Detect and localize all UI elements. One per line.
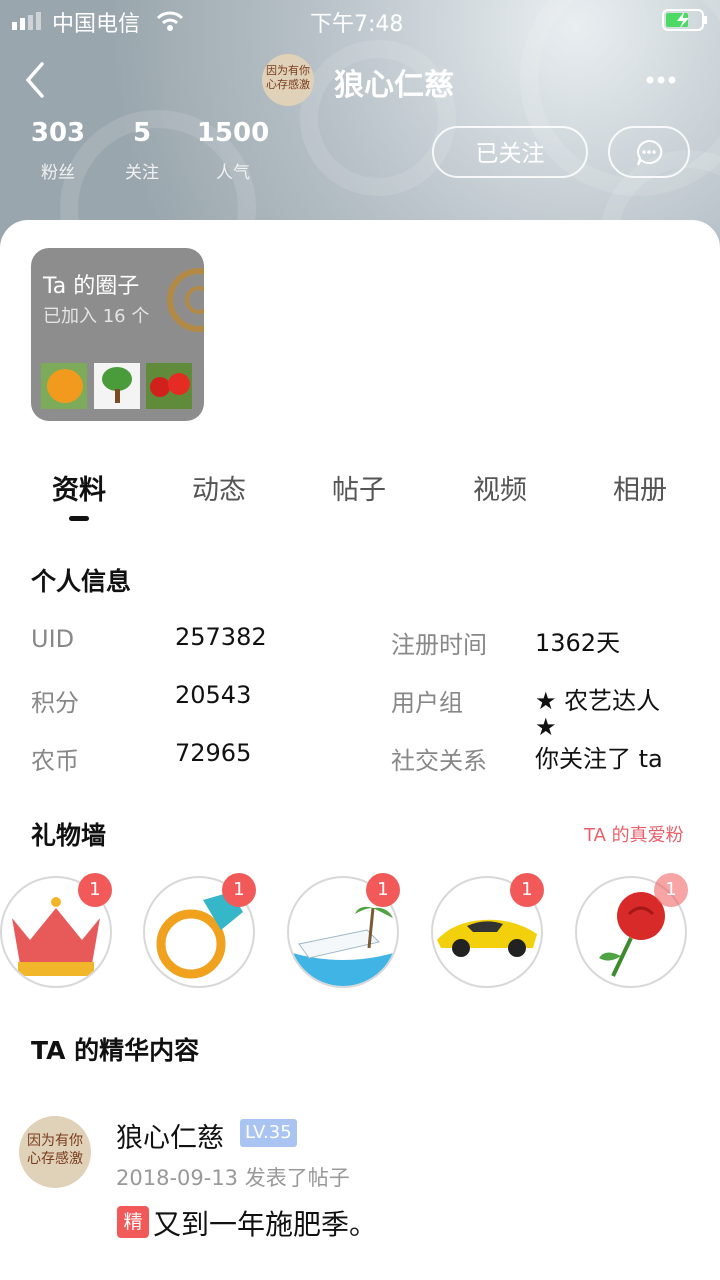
stat-fans-label: 粉丝 bbox=[41, 163, 75, 183]
circle-thumb-cherries bbox=[146, 363, 192, 409]
info-value-uid: 257382 bbox=[175, 623, 267, 651]
post-meta: 2018-09-13 发表了帖子 bbox=[116, 1166, 350, 1190]
info-value-points: 20543 bbox=[175, 681, 252, 709]
avatar-text-line1: 因为有你 bbox=[27, 1133, 83, 1149]
status-time: 下午7:48 bbox=[310, 12, 404, 37]
circle-card-title: Ta 的圈子 bbox=[43, 274, 140, 299]
tab-activity[interactable]: 动态 bbox=[159, 468, 279, 507]
message-button[interactable] bbox=[608, 126, 690, 178]
info-label-register-time: 注册时间 bbox=[391, 631, 487, 659]
personal-info-title: 个人信息 bbox=[31, 567, 132, 596]
stat-following-value: 5 bbox=[132, 118, 152, 148]
level-badge: LV.35 bbox=[240, 1119, 297, 1147]
featured-title: TA 的精华内容 bbox=[31, 1036, 200, 1065]
stat-fans-value: 303 bbox=[30, 118, 86, 148]
circle-logo-icon bbox=[167, 268, 204, 332]
true-fans-link[interactable]: TA 的真爱粉 bbox=[584, 821, 684, 847]
stat-following[interactable]: 5 关注 bbox=[112, 118, 172, 183]
gift-scroll-fade bbox=[688, 860, 720, 1000]
signal-icon bbox=[12, 12, 44, 30]
back-icon[interactable] bbox=[20, 60, 52, 100]
avatar-text-line1: 因为有你 bbox=[266, 64, 310, 77]
follow-button[interactable]: 已关注 bbox=[432, 126, 588, 178]
tab-album[interactable]: 相册 bbox=[580, 468, 700, 507]
tab-videos[interactable]: 视频 bbox=[440, 468, 560, 507]
circle-card-subtitle: 已加入 16 个 bbox=[43, 306, 150, 327]
stat-popularity-label: 人气 bbox=[216, 163, 250, 183]
stat-popularity: 1500 人气 bbox=[192, 118, 274, 183]
circle-thumb-tree bbox=[94, 363, 140, 409]
info-label-points: 积分 bbox=[31, 689, 79, 717]
header-username: 狼心仁慈 bbox=[334, 68, 454, 103]
gift-count-badge: 1 bbox=[78, 873, 112, 907]
carrier-name: 中国电信 bbox=[52, 12, 141, 37]
stat-following-label: 关注 bbox=[125, 163, 159, 183]
gift-wall-title: 礼物墙 bbox=[31, 821, 107, 850]
tab-posts[interactable]: 帖子 bbox=[299, 468, 419, 507]
info-value-coins: 72965 bbox=[175, 739, 252, 767]
gift-count-badge: 1 bbox=[222, 873, 256, 907]
header-avatar[interactable]: 因为有你 心存感激 bbox=[262, 54, 314, 106]
battery-icon bbox=[662, 9, 708, 35]
stat-popularity-value: 1500 bbox=[196, 118, 270, 148]
more-icon[interactable] bbox=[644, 68, 678, 96]
info-label-uid: UID bbox=[31, 625, 75, 653]
wifi-icon bbox=[156, 10, 184, 36]
circle-thumb-orange bbox=[41, 363, 87, 409]
post-author-avatar[interactable]: 因为有你 心存感激 bbox=[19, 1116, 91, 1188]
tab-active-indicator bbox=[69, 516, 89, 521]
info-value-register-time: 1362天 bbox=[535, 629, 621, 657]
gift-count-badge: 1 bbox=[366, 873, 400, 907]
stat-fans[interactable]: 303 粉丝 bbox=[22, 118, 94, 183]
essence-tag: 精 bbox=[117, 1206, 149, 1238]
info-label-relation: 社交关系 bbox=[391, 747, 487, 775]
tab-profile[interactable]: 资料 bbox=[19, 468, 139, 507]
post-title[interactable]: 又到一年施肥季。 bbox=[153, 1203, 377, 1243]
info-label-coins: 农币 bbox=[31, 747, 79, 775]
circle-card[interactable]: Ta 的圈子 已加入 16 个 bbox=[31, 248, 204, 421]
info-value-user-group: ★ 农艺达人 bbox=[535, 687, 661, 715]
chat-bubble-icon bbox=[637, 139, 663, 166]
gift-count-badge: 1 bbox=[510, 873, 544, 907]
info-value-relation: 你关注了 ta bbox=[535, 745, 663, 773]
avatar-text-line2: 心存感激 bbox=[266, 78, 310, 91]
post-author-name[interactable]: 狼心仁慈 bbox=[116, 1116, 224, 1155]
info-label-user-group: 用户组 bbox=[391, 689, 463, 717]
gift-count-badge: 1 bbox=[654, 873, 688, 907]
info-value-user-group-star: ★ bbox=[535, 713, 557, 741]
avatar-text-line2: 心存感激 bbox=[27, 1151, 83, 1167]
